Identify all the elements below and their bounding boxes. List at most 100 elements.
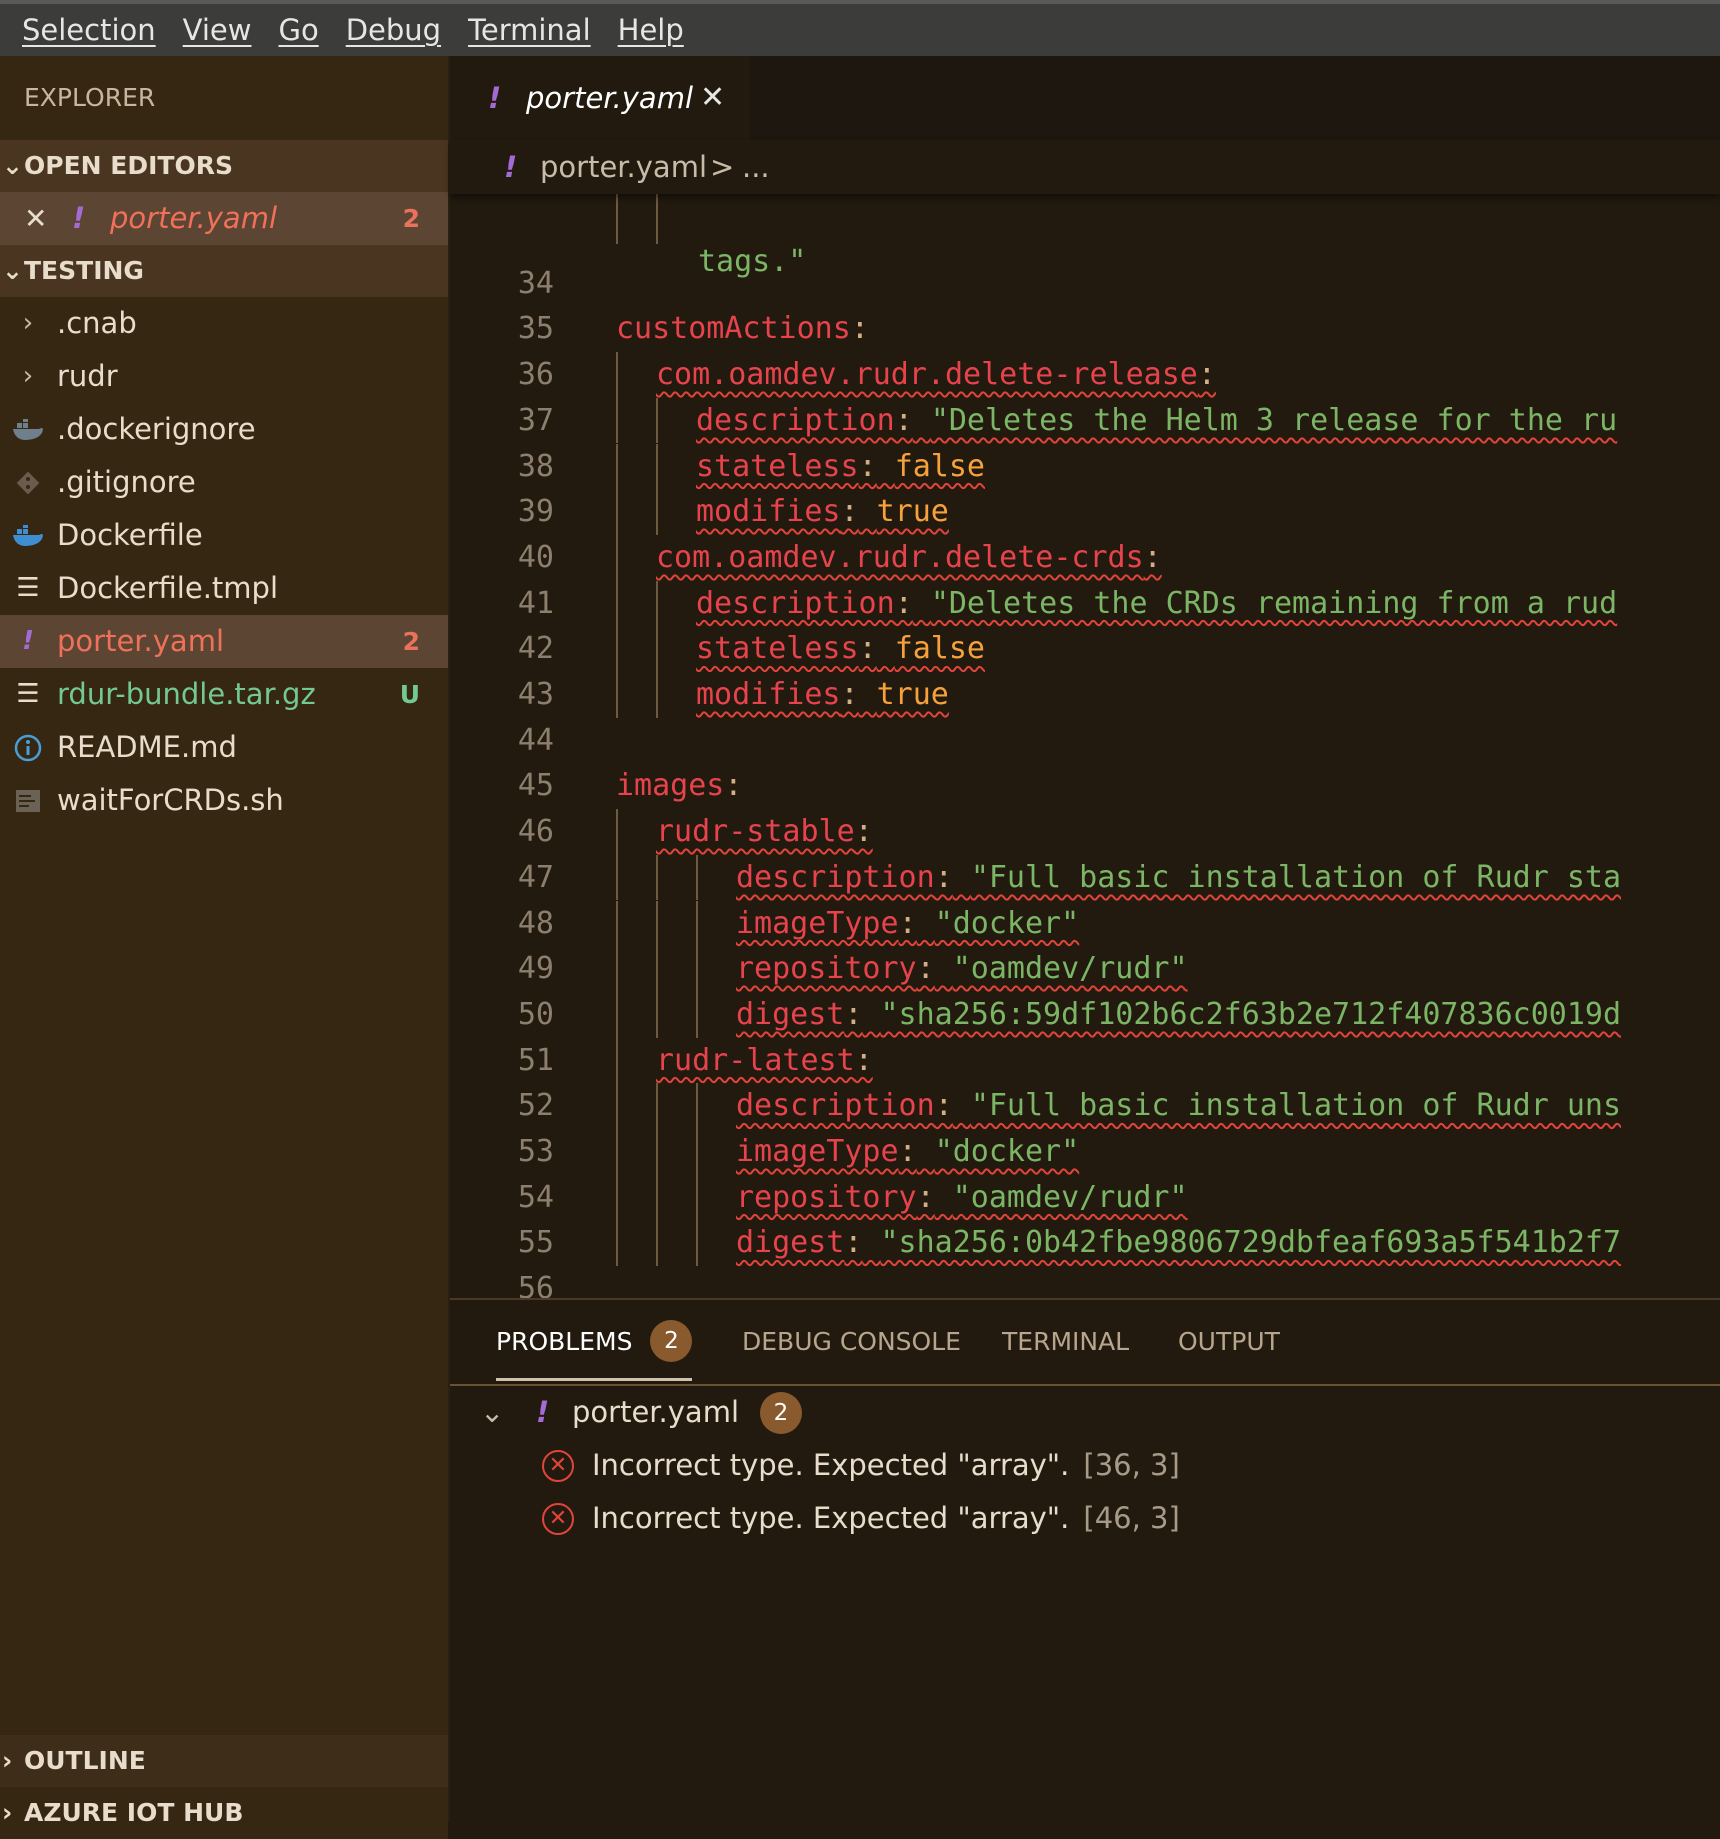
- chevron-right-icon: ›: [2, 1798, 13, 1827]
- open-editor-item[interactable]: ✕ ! porter.yaml 2: [0, 192, 448, 245]
- problem-row[interactable]: ✕ Incorrect type. Expected "array". [46, …: [450, 1492, 1720, 1545]
- code-text: com.oamdev.rudr.delete-crds:: [656, 539, 1162, 575]
- tree-item-rudr[interactable]: › rudr: [0, 350, 448, 403]
- code-text: description: "Full basic installation of…: [736, 1088, 1622, 1124]
- line-number: 46: [517, 814, 554, 850]
- line-number: 41: [517, 585, 554, 621]
- git-icon: [10, 456, 46, 509]
- lines-icon: ☰: [16, 679, 40, 709]
- tree-item-waitforcrds[interactable]: waitForCRDs.sh: [0, 774, 448, 827]
- tree-item-gitignore[interactable]: .gitignore: [0, 456, 448, 509]
- breadcrumb-file[interactable]: porter.yaml: [540, 140, 707, 194]
- menu-view[interactable]: View: [183, 13, 252, 47]
- menu-terminal[interactable]: Terminal: [468, 13, 591, 47]
- breadcrumb-more[interactable]: ...: [742, 140, 770, 194]
- tree-item-dockerfile-tmpl[interactable]: ☰ Dockerfile.tmpl: [0, 562, 448, 615]
- line-number: 55: [517, 1225, 554, 1261]
- code-line: 44: [450, 718, 1720, 763]
- code-line: 37 description: "Deletes the Helm 3 relea…: [450, 397, 1720, 444]
- code-text: repository: "oamdev/rudr": [736, 951, 1188, 987]
- problem-position: [46, 3]: [1083, 1501, 1180, 1535]
- tab-output[interactable]: OUTPUT: [1178, 1300, 1280, 1384]
- line-number: 51: [517, 1042, 554, 1078]
- menu-selection[interactable]: Selection: [22, 13, 156, 47]
- chevron-right-icon: ›: [22, 361, 34, 391]
- tab-debug-console[interactable]: DEBUG CONSOLE: [742, 1300, 961, 1384]
- line-number: 39: [517, 494, 554, 530]
- code-line: 48 imageType: "docker": [450, 900, 1720, 947]
- line-number: 52: [517, 1088, 554, 1124]
- line-number: 48: [517, 905, 554, 941]
- line-number: 38: [517, 448, 554, 484]
- code-line: 49 repository: "oamdev/rudr": [450, 946, 1720, 992]
- docker-icon: [10, 509, 46, 562]
- code-line: 50 digest: "sha256:59df102b6c2f63b2e712f4…: [450, 991, 1720, 1038]
- tab-porter-yaml[interactable]: ! porter.yaml ✕: [450, 56, 750, 140]
- open-editors-header[interactable]: ⌄ OPEN EDITORS: [0, 140, 448, 192]
- problem-file-count-badge: 2: [760, 1392, 802, 1434]
- tree-item-label: rudr: [57, 359, 118, 393]
- menu-go[interactable]: Go: [278, 13, 318, 47]
- code-line: 56: [450, 1266, 1720, 1298]
- panel-tabs: PROBLEMS 2 DEBUG CONSOLE TERMINAL OUTPUT: [450, 1300, 1720, 1386]
- line-number: 44: [517, 722, 554, 758]
- code-line: 34: [450, 261, 1720, 306]
- chevron-down-icon: ⌄: [480, 1395, 505, 1429]
- problem-count-badge: 2: [402, 204, 420, 233]
- close-icon[interactable]: ✕: [24, 192, 47, 245]
- code-line: 39 modifies: true: [450, 489, 1720, 535]
- tree-item-porter-yaml[interactable]: ! porter.yaml 2: [0, 615, 448, 668]
- bottom-panel: PROBLEMS 2 DEBUG CONSOLE TERMINAL OUTPUT …: [450, 1298, 1720, 1824]
- shell-icon: [10, 774, 46, 827]
- chevron-right-icon: ›: [2, 1746, 13, 1775]
- line-number: 40: [517, 539, 554, 575]
- tab-problems-label: PROBLEMS: [496, 1327, 633, 1356]
- menu-bar: Selection View Go Debug Terminal Help: [0, 0, 1720, 56]
- code-line: 53 imageType: "docker": [450, 1129, 1720, 1175]
- menu-help[interactable]: Help: [618, 13, 684, 47]
- code-line: 43 modifies: true: [450, 672, 1720, 718]
- chevron-right-icon: ›: [22, 308, 34, 338]
- code-text: modifies: true: [696, 494, 949, 530]
- code-line: 55 digest: "sha256:0b42fbe9806729dbfeaf69…: [450, 1220, 1720, 1267]
- tree-item-cnab[interactable]: › .cnab: [0, 297, 448, 350]
- explorer-sidebar: EXPLORER ⌄ OPEN EDITORS ✕ ! porter.yaml …: [0, 56, 450, 1839]
- azure-iot-hub-header[interactable]: › AZURE IOT HUB: [0, 1787, 448, 1839]
- close-icon[interactable]: ✕: [700, 56, 725, 140]
- info-icon: [10, 721, 46, 774]
- line-number: 56: [517, 1271, 554, 1298]
- line-number: 50: [517, 996, 554, 1032]
- testing-folder-label: TESTING: [24, 256, 144, 285]
- tree-item-label: .gitignore: [57, 465, 196, 499]
- problem-row[interactable]: ✕ Incorrect type. Expected "array". [36, …: [450, 1439, 1720, 1492]
- code-line: 45 images:: [450, 763, 1720, 808]
- tab-problems[interactable]: PROBLEMS 2: [496, 1300, 693, 1381]
- code-text: images:: [616, 768, 743, 804]
- tree-item-label: .dockerignore: [57, 412, 256, 446]
- menu-debug[interactable]: Debug: [346, 13, 441, 47]
- line-number: 47: [517, 859, 554, 895]
- tree-item-dockerfile[interactable]: Dockerfile: [0, 509, 448, 562]
- code-line: 47 description: "Full basic installation …: [450, 854, 1720, 901]
- line-number: 53: [517, 1134, 554, 1169]
- testing-folder-header[interactable]: ⌄ TESTING: [0, 245, 448, 297]
- outline-header[interactable]: › OUTLINE: [0, 1735, 448, 1787]
- yaml-icon: !: [536, 1395, 550, 1429]
- code-text: digest: "sha256:59df102b6c2f63b2e712f407…: [736, 996, 1622, 1032]
- tab-terminal[interactable]: TERMINAL: [1002, 1300, 1129, 1384]
- line-number: 35: [517, 311, 554, 347]
- problem-message: Incorrect type. Expected "array".: [592, 1501, 1070, 1535]
- tree-item-label: rdur-bundle.tar.gz: [57, 677, 316, 711]
- code-text: customActions:: [616, 311, 869, 347]
- code-line: 41 description: "Deletes the CRDs remaini…: [450, 580, 1720, 627]
- code-text: description: "Deletes the Helm 3 release…: [696, 402, 1618, 438]
- tree-item-label: porter.yaml: [57, 624, 225, 658]
- tree-item-rdur-bundle[interactable]: ☰ rdur-bundle.tar.gz U: [0, 668, 448, 721]
- tree-item-dockerignore[interactable]: .dockerignore: [0, 403, 448, 456]
- problem-file-row[interactable]: ⌄ ! porter.yaml 2: [450, 1386, 1720, 1439]
- tree-item-readme[interactable]: README.md: [0, 721, 448, 774]
- code-editor[interactable]: tags." 34 35 customActions: 36 com.oamdev.ru…: [450, 194, 1720, 1298]
- problem-count-badge: 2: [402, 627, 420, 656]
- line-number: 49: [517, 951, 554, 987]
- chevron-right-icon: >: [710, 150, 735, 184]
